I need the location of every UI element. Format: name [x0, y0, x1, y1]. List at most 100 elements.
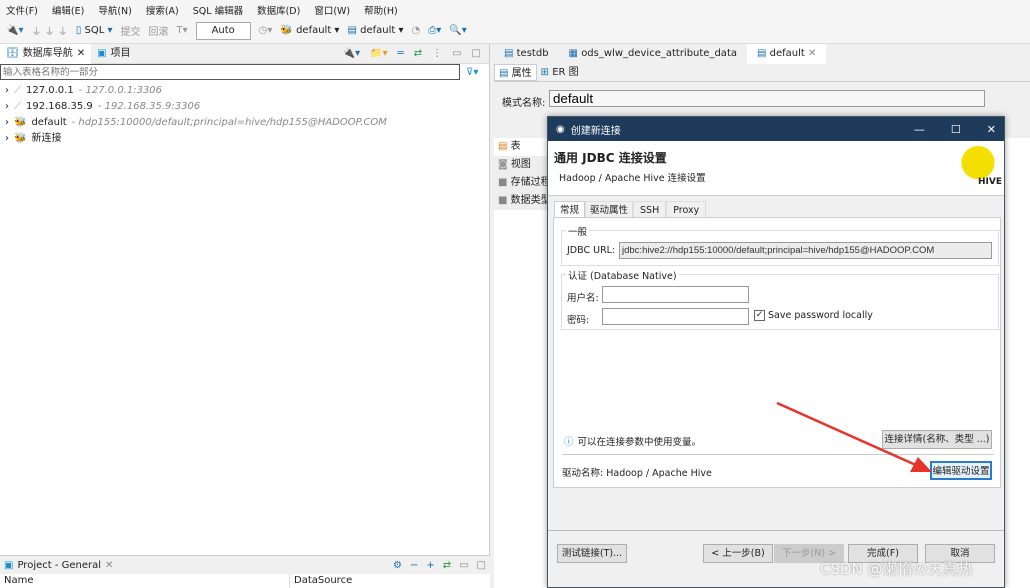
password-input[interactable] — [602, 308, 749, 325]
tab-proxy[interactable]: Proxy — [666, 201, 707, 218]
tree-item-connection[interactable]: › 🐝 新连接 — [0, 131, 489, 147]
datasource-label: default — [296, 25, 332, 36]
search-icon[interactable]: 🔍▾ — [449, 25, 466, 36]
maximize-icon[interactable]: □ — [472, 48, 481, 59]
connection-details-button[interactable]: 连接详情(名称、类型 ...) — [882, 430, 992, 449]
sql-label: SQL — [84, 25, 105, 36]
hive-icon: 🐝 — [280, 25, 293, 36]
general-group: 一般 JDBC URL: — [561, 224, 999, 266]
commit-button[interactable]: 提交 — [121, 23, 141, 38]
jdbc-url-label: JDBC URL: — [567, 245, 616, 256]
schema-icon: ▤ — [504, 48, 517, 59]
edit-driver-settings-button[interactable]: 编辑驱动设置 — [930, 461, 992, 480]
link-icon[interactable]: ⇄ — [414, 48, 422, 59]
filter-icon[interactable]: ⊽▾ — [466, 67, 478, 78]
tree-item-connection[interactable]: › ⟋ 127.0.0.1 - 127.0.0.1:3306 — [0, 83, 489, 99]
folder-icon[interactable]: 📁▾ — [370, 48, 387, 59]
connect-icon[interactable]: ⏚ ⏚ ⏚ — [31, 23, 67, 38]
editor-tab-table[interactable]: ▦ ods_wlw_device_attribute_data — [559, 44, 747, 64]
maximize-icon[interactable]: □ — [477, 560, 486, 571]
jdbc-url-input[interactable] — [619, 242, 992, 259]
link-icon[interactable]: ⇄ — [443, 560, 451, 571]
minimize-icon[interactable]: ▭ — [459, 560, 468, 571]
subtab-properties[interactable]: ▤ 属性 — [494, 64, 537, 81]
schema-selector[interactable]: ▤ default ▾ — [347, 25, 403, 36]
side-item-views[interactable]: ◙ 视图 — [494, 156, 554, 174]
menu-edit[interactable]: 编辑(E) — [52, 3, 84, 17]
driver-name: 驱动名称: Hadoop / Apache Hive — [562, 465, 712, 479]
close-icon[interactable]: ✕ — [808, 48, 816, 59]
table-icon: ▦ — [568, 48, 582, 59]
side-item-procedures[interactable]: ■ 存储过程 — [494, 174, 554, 192]
menu-icon[interactable]: ⋮ — [432, 48, 442, 59]
chevron-right-icon[interactable]: › — [5, 115, 9, 131]
close-icon[interactable]: ✕ — [77, 44, 85, 64]
toolbar: 🔌▾ ⏚ ⏚ ⏚ ▯ SQL ▾ 提交 回滚 T▾ Auto ◷▾ 🐝 defa… — [0, 18, 1030, 44]
username-input[interactable] — [602, 286, 749, 303]
tab-driver-properties[interactable]: 驱动属性 — [585, 201, 634, 218]
menu-bar: 文件(F) 编辑(E) 导航(N) 搜索(A) SQL 编辑器 数据库(D) 窗… — [0, 0, 1030, 18]
menu-file[interactable]: 文件(F) — [6, 3, 38, 17]
editor-tab-default[interactable]: ▤ default ✕ — [747, 44, 827, 64]
chevron-right-icon[interactable]: › — [5, 83, 9, 99]
tree-item-connection[interactable]: › ⟋ 192.168.35.9 - 192.168.35.9:3306 — [0, 99, 489, 115]
gear-icon[interactable]: ⚙ — [393, 560, 402, 571]
maximize-button[interactable]: ☐ — [951, 123, 961, 136]
save-password-checkbox[interactable]: ✓ Save password locally — [754, 310, 873, 321]
column-header-datasource[interactable]: DataSource — [290, 574, 352, 588]
close-icon[interactable]: ✕ — [105, 560, 113, 571]
transaction-mode[interactable]: Auto — [195, 21, 251, 40]
rollback-button[interactable]: 回滚 — [149, 23, 169, 38]
new-connection-icon[interactable]: 🔌▾ — [343, 48, 360, 59]
close-button[interactable]: ✕ — [987, 123, 996, 136]
minimize-button[interactable]: — — [914, 123, 925, 136]
tree-item-connection[interactable]: › 🐝 default - hdp155:10000/default;principa… — [0, 115, 489, 131]
tab-label: default — [769, 48, 805, 59]
menu-help[interactable]: 帮助(H) — [364, 3, 398, 17]
project-icon: ▣ — [97, 47, 107, 59]
tab-label: 项目 — [110, 47, 131, 59]
menu-sql-editor[interactable]: SQL 编辑器 — [193, 3, 243, 17]
side-item-data-types[interactable]: ■ 数据类型 — [494, 192, 554, 210]
print-icon[interactable]: ⎙▾ — [428, 25, 441, 36]
database-icon: 🗄 — [6, 47, 19, 59]
tab-label: 属性 — [511, 68, 532, 79]
tab-ssh[interactable]: SSH — [633, 201, 667, 218]
er-diagram-icon: ⊞ — [540, 67, 550, 78]
new-connection-icon[interactable]: 🔌▾ — [6, 25, 23, 36]
schema-name-input[interactable] — [549, 90, 985, 107]
menu-search[interactable]: 搜索(A) — [146, 3, 179, 17]
history-icon[interactable]: ◷▾ — [259, 25, 273, 36]
menu-database[interactable]: 数据库(D) — [257, 3, 300, 17]
collapse-icon[interactable]: − — [410, 560, 418, 571]
subtab-er-diagram[interactable]: ⊞ ER 图 — [537, 64, 583, 81]
dialog-title-bar: ◉ 创建新连接 — ☐ ✕ — [548, 117, 1004, 141]
table-filter-input[interactable] — [0, 64, 460, 80]
project-title: Project - General — [17, 559, 102, 571]
test-connection-button[interactable]: 测试链接(T)... — [557, 544, 627, 563]
side-item-label: 存储过程 — [510, 177, 551, 188]
editor-tab-testdb[interactable]: ▤ testdb — [494, 44, 559, 64]
tab-projects[interactable]: ▣ 项目 — [91, 44, 136, 64]
add-icon[interactable]: + — [426, 560, 434, 571]
auth-group: 认证 (Database Native) 用户名: 密码: ✓ Save pass… — [561, 268, 999, 330]
minimize-icon[interactable]: ▭ — [452, 48, 461, 59]
menu-navigate[interactable]: 导航(N) — [98, 3, 132, 17]
chevron-right-icon[interactable]: › — [5, 131, 9, 147]
sql-button[interactable]: ▯ SQL ▾ — [76, 25, 113, 36]
tab-general[interactable]: 常规 — [554, 201, 586, 218]
menu-window[interactable]: 窗口(W) — [314, 3, 350, 17]
tab-label: testdb — [516, 48, 549, 59]
username-label: 用户名: — [567, 293, 599, 304]
collapse-icon[interactable]: ═ — [398, 48, 404, 59]
dashboard-icon[interactable]: ◔ — [411, 25, 420, 36]
back-button[interactable]: < 上一步(B) — [703, 544, 773, 563]
column-header-name[interactable]: Name — [0, 574, 290, 588]
chevron-right-icon[interactable]: › — [5, 99, 9, 115]
side-item-tables[interactable]: ▤ 表 — [494, 138, 554, 156]
tab-database-navigator[interactable]: 🗄 数据库导航 ✕ — [0, 43, 92, 64]
transaction-icon[interactable]: T▾ — [177, 25, 188, 36]
navigator-actions: 🔌▾ 📁▾ ═ ⇄ ⋮ ▭ □ — [343, 48, 489, 59]
datasource-selector[interactable]: 🐝 default ▾ — [280, 25, 339, 36]
driver-name-value: Hadoop / Apache Hive — [606, 468, 712, 479]
